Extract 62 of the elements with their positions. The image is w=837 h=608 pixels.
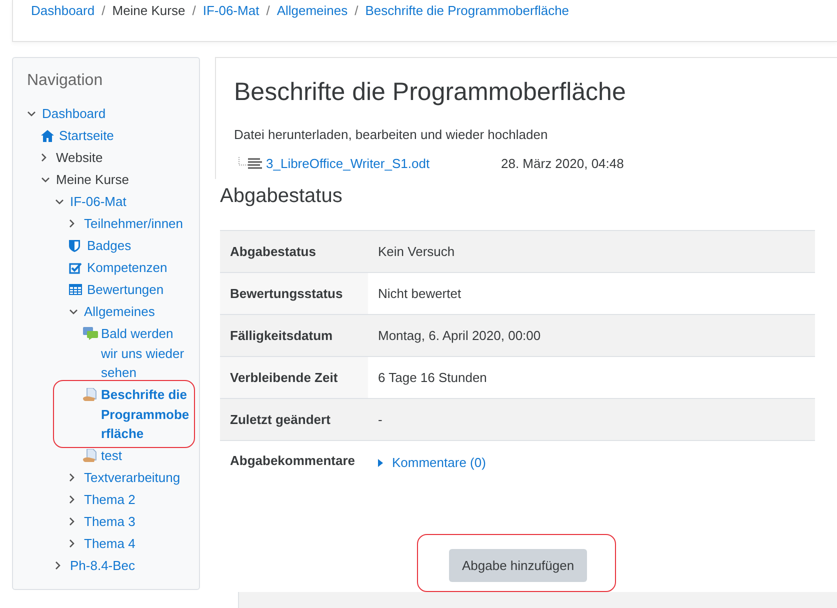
text-file-icon [248, 158, 262, 170]
breadcrumb-separator: / [354, 3, 358, 18]
row-label: Fälligkeitsdatum [220, 314, 368, 356]
chevron-down-icon[interactable] [55, 198, 64, 205]
row-value: - [368, 398, 815, 440]
intro-text: Datei herunterladen, bearbeiten und wieder hochladen [234, 127, 548, 142]
section-heading: Abgabestatus [220, 185, 342, 208]
breadcrumb-separator: / [102, 3, 106, 18]
chevron-right-icon[interactable] [69, 539, 75, 548]
panel-title: Navigation [27, 72, 103, 90]
nav-item[interactable]: Kompetenzen [87, 258, 168, 278]
chevron-right-icon[interactable] [69, 219, 75, 228]
home-icon [41, 130, 54, 142]
breadcrumb-item: Meine Kurse [112, 3, 186, 18]
row-label: Zuletzt geändert [220, 398, 368, 440]
chevron-down-icon[interactable] [69, 308, 78, 315]
nav-item[interactable]: Dashboard [42, 104, 106, 124]
breadcrumb-separator: / [192, 3, 196, 18]
file-link[interactable]: 3_LibreOffice_Writer_S1.odt [266, 156, 501, 171]
nav-item[interactable]: Website [56, 148, 103, 168]
nav-item[interactable]: IF-06-Mat [70, 192, 126, 212]
breadcrumb-item[interactable]: Beschrifte die Programmoberfläche [365, 3, 570, 18]
comments-link[interactable]: Kommentare (0) [392, 455, 486, 470]
document-hand-icon [83, 388, 98, 402]
breadcrumb-item[interactable]: Allgemeines [276, 3, 348, 18]
chat-icon [83, 327, 98, 340]
nav-item[interactable]: Bald werden wir uns wieder sehen [101, 324, 193, 382]
shield-icon [69, 240, 80, 252]
chevron-right-icon[interactable] [41, 153, 47, 162]
document-hand-icon [83, 448, 98, 463]
chevron-right-icon[interactable] [69, 517, 75, 526]
row-value: Kein Versuch [368, 230, 815, 272]
row-label: Verbleibende Zeit [220, 356, 368, 398]
nav-item[interactable]: Startseite [59, 126, 114, 146]
nav-item[interactable]: Thema 2 [84, 490, 136, 510]
nav-item[interactable]: Ph-8.4-Bec [70, 556, 136, 576]
nav-item[interactable]: test [101, 446, 122, 466]
row-value: Montag, 6. April 2020, 00:00 [368, 314, 815, 356]
breadcrumb-item[interactable]: IF-06-Mat [202, 3, 260, 18]
checkbox-icon [69, 262, 82, 274]
nav-item[interactable]: Meine Kurse [56, 170, 129, 190]
row-label: Bewertungsstatus [220, 272, 368, 314]
file-date: 28. März 2020, 04:48 [501, 156, 624, 171]
caret-right-icon[interactable] [378, 458, 383, 466]
chevron-right-icon[interactable] [55, 561, 61, 570]
nav-item[interactable]: Thema 4 [84, 534, 136, 554]
chevron-down-icon[interactable] [27, 110, 36, 117]
nav-item[interactable]: Allgemeines [84, 302, 155, 322]
add-submission-button[interactable]: Abgabe hinzufügen [449, 549, 588, 582]
breadcrumb-item[interactable]: Dashboard [31, 3, 95, 18]
table-icon [69, 284, 82, 296]
page-title: Beschrifte die Programmoberfläche [234, 78, 626, 107]
chevron-right-icon[interactable] [69, 495, 75, 504]
row-label: Abgabestatus [220, 230, 368, 272]
chevron-right-icon[interactable] [69, 473, 75, 482]
nav-item[interactable]: Textverarbeitung [84, 468, 180, 488]
nav-item[interactable]: Teilnehmer/innen [84, 214, 184, 234]
nav-item[interactable]: Badges [87, 236, 132, 256]
nav-item[interactable]: Thema 3 [84, 512, 136, 532]
nav-item[interactable]: Bewertungen [87, 280, 164, 300]
breadcrumb-separator: / [266, 3, 270, 18]
chevron-down-icon[interactable] [41, 176, 50, 183]
